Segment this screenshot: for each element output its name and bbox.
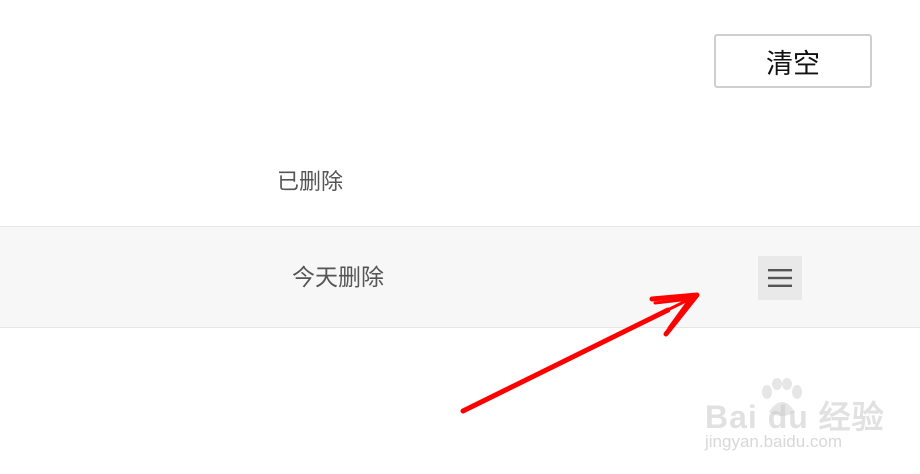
hamburger-menu-icon [768,269,792,287]
row-menu-button[interactable] [758,256,802,300]
watermark-url: jingyan.baidu.com [705,432,843,451]
section-header-deleted: 已删除 [277,170,344,195]
watermark: Bai du 经验 jingyan.baidu.com [705,378,885,458]
clear-button-label: 清空 [766,48,820,80]
list-item[interactable]: 今天删除 [0,227,920,328]
page: 清空 已删除 今天删除 Bai du 经验 jingyan.baidu.com [0,0,920,474]
paw-icon [762,378,802,416]
clear-button[interactable]: 清空 [714,34,872,88]
watermark-brand: Bai du 经验 [705,399,885,435]
list-item-label: 今天删除 [292,265,384,291]
